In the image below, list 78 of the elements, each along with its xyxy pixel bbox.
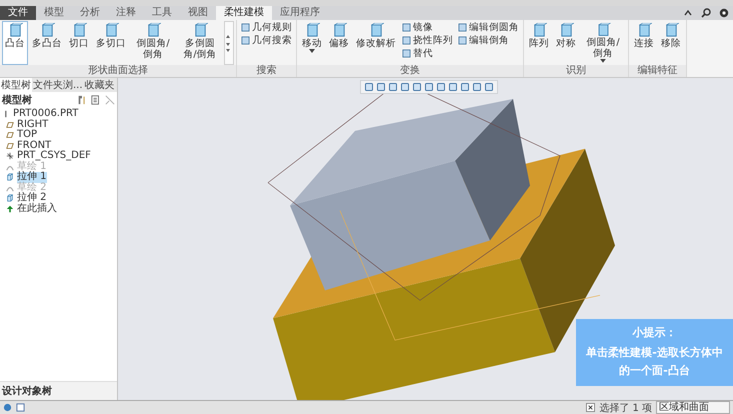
cube-icon	[6, 173, 14, 182]
list-icon[interactable]	[91, 94, 101, 104]
tool-icon	[192, 23, 208, 38]
selection-filter-icon[interactable]	[586, 403, 596, 412]
group-label: 变换	[297, 65, 523, 77]
ribbon-button[interactable]: 多倒圆角/倒角	[177, 21, 223, 65]
tool-icon	[8, 23, 22, 38]
tree-item[interactable]: 拉伸 1	[17, 172, 47, 182]
ribbon-button[interactable]: 偏移	[326, 21, 352, 65]
tool-icon	[596, 23, 610, 38]
panel-tab[interactable]: 模型树	[0, 78, 32, 92]
tool-icon	[40, 23, 54, 38]
ribbon-button[interactable]: 多切口	[93, 21, 129, 65]
collapse-icon[interactable]	[683, 8, 693, 18]
ribbon-button[interactable]: 切口	[66, 21, 92, 65]
ribbon-button[interactable]: 几何搜索	[239, 34, 294, 47]
tool-icon	[146, 23, 160, 38]
menu-tab[interactable]: 柔性建模	[216, 6, 272, 20]
ribbon-button[interactable]: 镜像	[400, 21, 455, 34]
selection-count: 选择了 1 项	[599, 402, 652, 414]
menu-tab[interactable]: 视图	[180, 6, 216, 20]
help-icon[interactable]	[719, 8, 729, 18]
cube-icon	[6, 194, 14, 202]
panel-tab[interactable]: 文件夹浏...	[32, 78, 84, 92]
panel-footer: 设计对象树	[0, 381, 117, 400]
filter-dropdown[interactable]: 区域和曲面	[656, 401, 730, 414]
ribbon-button[interactable]: 多凸台	[29, 21, 65, 65]
menu-tab[interactable]: 模型	[36, 6, 72, 20]
panel-tab[interactable]: 收藏夹	[84, 78, 116, 92]
window-icon[interactable]	[16, 403, 25, 412]
tree-item[interactable]: TOP	[17, 130, 38, 140]
ribbon-button[interactable]: 阵列	[526, 21, 552, 65]
caret-icon[interactable]	[600, 59, 606, 63]
axes-icon	[6, 152, 14, 160]
ribbon-button[interactable]: 挠性阵列	[400, 34, 455, 47]
tree-item[interactable]: RIGHT	[17, 120, 48, 130]
ribbon-button[interactable]: 编辑倒圆角	[456, 21, 521, 34]
tree-item[interactable]: PRT0006.PRT	[13, 109, 78, 120]
tool-icon	[664, 23, 678, 38]
tree-item[interactable]: 拉伸 2	[17, 193, 47, 204]
tool-icon	[72, 23, 86, 38]
tree-item[interactable]: 在此插入	[17, 204, 57, 214]
tool-icon	[558, 23, 574, 38]
group-label: 编辑特征	[629, 65, 686, 77]
menu-tab[interactable]: 注释	[108, 6, 144, 20]
ribbon-button[interactable]: 编辑倒角	[456, 34, 521, 47]
tree-item[interactable]: FRONT	[17, 140, 52, 151]
ribbon-button[interactable]: 对称	[553, 21, 579, 65]
tip-title: 小提示：	[631, 325, 678, 340]
tool-icon	[636, 23, 652, 38]
gallery-scroll[interactable]	[224, 21, 234, 65]
tool-icon	[304, 23, 320, 38]
tool-icon	[332, 23, 346, 38]
ribbon-button[interactable]: 倒圆角/倒角	[580, 21, 626, 65]
caret-icon[interactable]	[309, 49, 315, 53]
ribbon-button[interactable]: 几何规则	[239, 21, 294, 34]
ribbon-button[interactable]: 倒圆角/倒角	[130, 21, 176, 65]
ribbon-button[interactable]: 修改解析	[353, 21, 399, 65]
menu-tab[interactable]: 文件	[0, 6, 36, 20]
panel-title: 模型树	[2, 94, 33, 106]
ribbon-button[interactable]: 移除	[658, 21, 684, 65]
ribbon-button[interactable]: 移动	[299, 21, 325, 65]
tool-icon	[104, 23, 118, 38]
group-label: 识别	[524, 65, 628, 77]
tool-icon	[368, 23, 384, 38]
arrow-icon	[6, 204, 14, 213]
ribbon-button[interactable]: 连接	[631, 21, 657, 65]
menu-tab[interactable]: 应用程序	[272, 6, 328, 20]
group-label: 搜索	[237, 65, 296, 77]
menu-tab[interactable]: 分析	[72, 6, 108, 20]
ribbon-button[interactable]: 凸台	[2, 21, 28, 65]
tree-item[interactable]: PRT_CSYS_DEF	[17, 151, 91, 162]
menu-tab[interactable]: 工具	[144, 6, 180, 20]
tool-icon	[532, 23, 546, 38]
group-label: 形状曲面选择	[0, 65, 236, 77]
ribbon-button[interactable]: 替代	[400, 47, 455, 60]
tip-text: 单击柔性建模-选取长方体中的一个面-凸台	[585, 345, 724, 379]
search-icon[interactable]	[701, 8, 711, 18]
